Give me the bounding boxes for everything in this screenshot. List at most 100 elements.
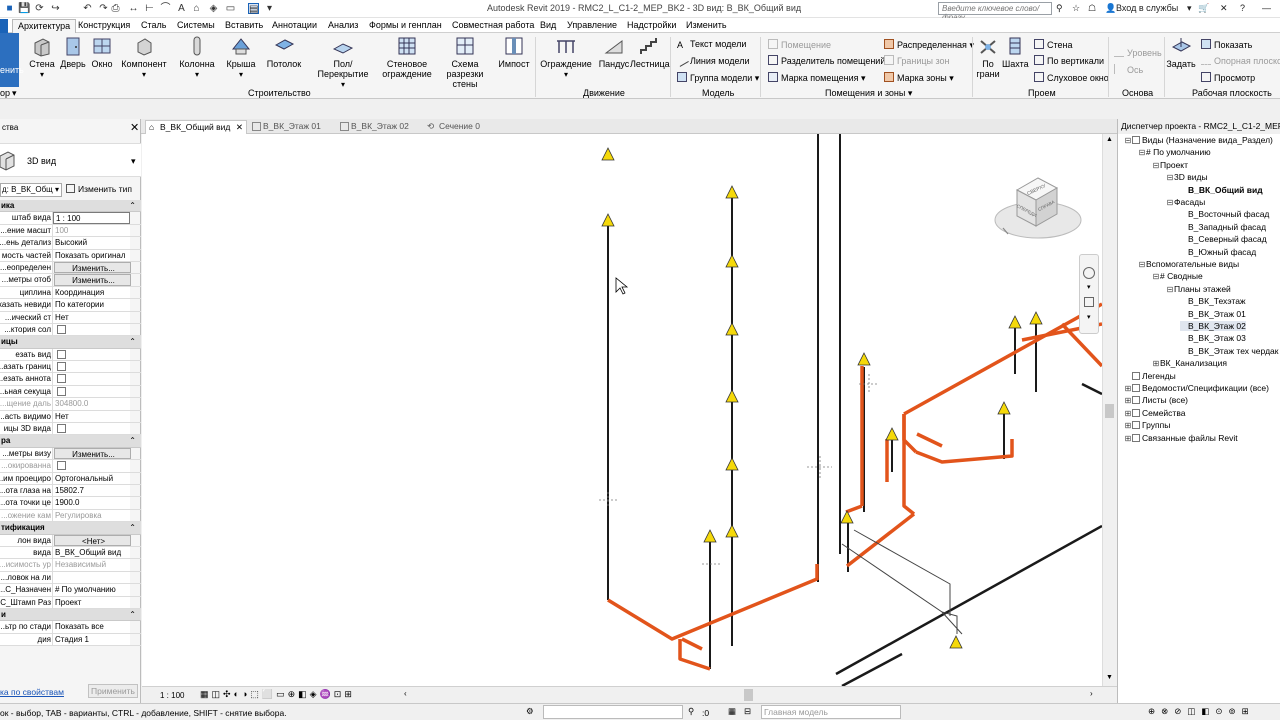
tree-toggle-icon[interactable]: ⊟ — [1138, 260, 1146, 269]
tree-node[interactable]: ⊟Фасады — [1166, 197, 1206, 207]
property-group[interactable]: ра ⌃ — [0, 435, 141, 448]
dropdown-icon[interactable]: ▾ — [264, 3, 275, 14]
help-icon[interactable]: ? — [1240, 3, 1245, 13]
property-value[interactable]: # По умолчанию — [53, 584, 130, 596]
thin-lines-icon[interactable]: ▭ — [225, 3, 236, 14]
property-value[interactable]: Независимый — [53, 559, 130, 571]
tree-toggle-icon[interactable]: ⊞ — [1124, 421, 1132, 430]
area-boundary-button[interactable]: Границы зон — [884, 55, 950, 66]
model-text-button[interactable]: A Текст модели — [677, 39, 746, 50]
checkbox[interactable] — [57, 461, 66, 471]
tab-collaborate[interactable]: Совместная работа — [452, 20, 534, 30]
wall-button[interactable]: Стена ▾ — [29, 35, 55, 79]
workset-dropdown[interactable] — [543, 705, 683, 719]
search-input[interactable]: Введите ключевое слово/фразу — [938, 2, 1052, 22]
chevron-down-icon[interactable]: ▾ — [131, 156, 136, 167]
property-value[interactable]: По категории — [53, 299, 130, 311]
show-workplane-button[interactable]: Показать — [1201, 39, 1252, 50]
tab-addins[interactable]: Надстройки — [627, 20, 676, 30]
tree-toggle-icon[interactable]: ⊟ — [1152, 272, 1160, 281]
stair-button[interactable]: Лестница — [630, 35, 670, 69]
floor-button[interactable]: Пол/Перекрытие ▾ — [308, 35, 378, 89]
tree-node[interactable]: ⊞ Листы (все) — [1124, 395, 1188, 405]
type-selector[interactable]: 3D вид ▾ — [0, 143, 141, 177]
property-value[interactable] — [53, 373, 130, 385]
railing-button[interactable]: Ограждение ▾ — [540, 35, 592, 79]
room-separator-button[interactable]: Разделитель помещений — [768, 55, 885, 66]
property-value[interactable]: 304800.0 — [53, 398, 130, 410]
property-group[interactable]: тификация ⌃ — [0, 522, 141, 535]
checkbox[interactable] — [57, 362, 66, 372]
scroll-left-icon[interactable]: ‹ — [404, 689, 407, 698]
tree-node[interactable]: ⊞ Ведомости/Спецификации (все) — [1124, 383, 1269, 393]
tree-node[interactable]: ⊟3D виды — [1166, 172, 1208, 182]
exchange-icon[interactable]: ✕ — [1220, 3, 1228, 14]
checkbox[interactable] — [57, 424, 66, 434]
tree-toggle-icon[interactable]: ⊞ — [1124, 434, 1132, 443]
cart-icon[interactable]: 🛒 — [1198, 3, 1209, 14]
property-value[interactable]: В_ВК_Общий вид — [53, 546, 130, 559]
property-value[interactable]: Изменить... — [54, 447, 131, 460]
scroll-down-icon[interactable]: ▼ — [1106, 674, 1113, 681]
binoculars-icon[interactable]: ⚲ — [1056, 3, 1063, 14]
editable-only-icon[interactable]: ⊟ — [744, 706, 751, 717]
property-value[interactable]: Проект — [53, 596, 130, 608]
tree-node[interactable]: ⊟Планы этажей — [1166, 284, 1231, 294]
property-value[interactable]: Нет — [53, 410, 130, 423]
model-group-button[interactable]: Группа модели ▾ — [677, 72, 759, 84]
tab-architecture[interactable]: Архитектура — [12, 19, 77, 34]
shaft-button[interactable]: Шахта — [1002, 35, 1029, 69]
tree-toggle-icon[interactable]: ⊞ — [1124, 409, 1132, 418]
property-value[interactable]: 1900.0 — [53, 497, 130, 509]
section-icon[interactable]: ◈ — [208, 3, 219, 14]
drawing-canvas[interactable]: СВЕРХУ СПЕРЕДИ СПРАВА ▾ ▾ — [142, 134, 1102, 686]
tree-node[interactable]: В_Западный фасад — [1180, 222, 1266, 232]
tree-node[interactable]: В_ВК_Этаж тех чердак — [1180, 346, 1278, 356]
scroll-right-icon[interactable]: › — [1090, 689, 1093, 698]
tree-node[interactable]: В_Северный фасад — [1180, 234, 1267, 244]
print-icon[interactable]: ⎙ — [110, 3, 121, 14]
instance-dropdown[interactable]: д: В_ВК_Общ ▾ — [0, 183, 62, 197]
property-value[interactable]: <Нет> — [54, 534, 131, 546]
tab-insert[interactable]: Вставить — [225, 20, 263, 30]
view-tab-section-0[interactable]: ⟲ Сечение 0 — [425, 120, 505, 134]
star-icon[interactable]: ☆ — [1072, 3, 1080, 14]
property-value[interactable]: Изменить... — [54, 261, 131, 274]
tree-toggle-icon[interactable]: ⊟ — [1152, 161, 1160, 170]
room-tag-button[interactable]: Марка помещения ▾ — [768, 72, 866, 84]
view-tab-floor-02[interactable]: В_ВК_Этаж 02 — [337, 120, 423, 134]
viewcube[interactable]: СВЕРХУ СПЕРЕДИ СПРАВА — [993, 172, 1083, 244]
zoom-icon[interactable] — [1084, 297, 1094, 307]
properties-help-link[interactable]: ка по свойствам — [0, 687, 64, 697]
vertical-scrollbar[interactable]: ▲ ▼ — [1102, 134, 1116, 686]
vertical-opening-button[interactable]: По вертикали — [1034, 55, 1104, 66]
tree-node[interactable]: В_ВК_Техэтаж — [1180, 296, 1246, 306]
area-tag-button[interactable]: Марка зоны ▾ — [884, 72, 954, 84]
property-value[interactable] — [53, 348, 130, 361]
checkbox[interactable] — [57, 374, 66, 384]
tree-toggle-icon[interactable]: ⊞ — [1124, 384, 1132, 393]
design-options-icon[interactable]: ▦ — [728, 706, 736, 717]
tab-modify[interactable]: Изменить — [686, 20, 727, 30]
revit-logo-icon[interactable]: ■ — [4, 3, 15, 14]
roof-button[interactable]: Крыша ▾ — [226, 35, 256, 79]
tree-node[interactable]: ⊞ Группы — [1124, 420, 1171, 430]
tree-node[interactable]: В_ВК_Этаж 02 — [1180, 321, 1246, 331]
tab-manage[interactable]: Управление — [567, 20, 617, 30]
undo-icon[interactable]: ↶ — [82, 3, 93, 14]
component-button[interactable]: Компонент ▾ — [120, 35, 168, 79]
modify-button[interactable]: енить — [0, 33, 24, 87]
window-button[interactable]: Окно — [90, 35, 114, 69]
view-tab-general[interactable]: ⌂ В_ВК_Общий вид ✕ — [145, 120, 247, 134]
ref-plane-button[interactable]: Опорная плоскость — [1201, 55, 1280, 66]
tab-view[interactable]: Вид — [540, 20, 556, 30]
model-line-button[interactable]: Линия модели — [675, 53, 750, 67]
property-value[interactable] — [53, 385, 130, 398]
property-group[interactable]: ика ⌃ — [0, 200, 141, 213]
design-option-dropdown[interactable]: Главная модель — [761, 705, 901, 719]
tree-node[interactable]: ⊟Проект — [1152, 160, 1188, 170]
tree-toggle-icon[interactable]: ⊟ — [1166, 198, 1174, 207]
align-dimension-icon[interactable]: ⊢ — [144, 3, 155, 14]
save-icon[interactable]: 💾 — [18, 3, 30, 14]
scroll-up-icon[interactable]: ▲ — [1106, 136, 1113, 143]
